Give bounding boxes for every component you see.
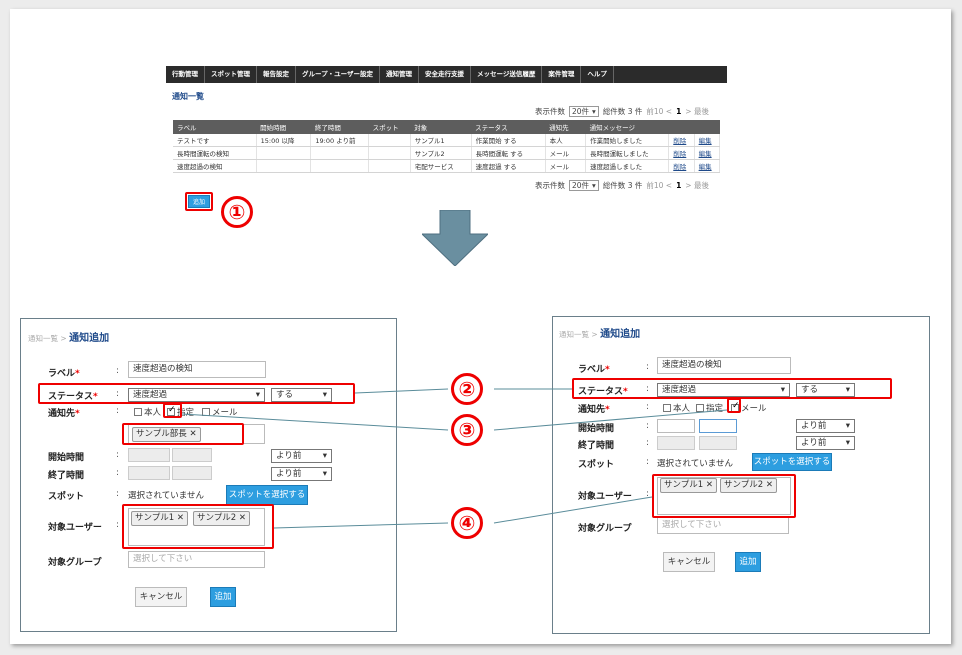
step-marker-4: ④ (451, 507, 483, 539)
step-marker-3: ③ (451, 414, 483, 446)
connector-lines (181, 388, 728, 529)
step-marker-2: ② (451, 373, 483, 405)
